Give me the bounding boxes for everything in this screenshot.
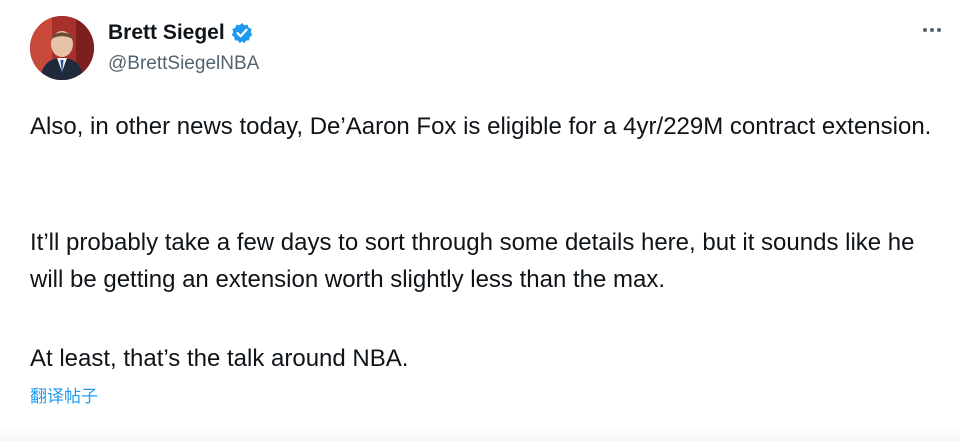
author-handle[interactable]: @BrettSiegelNBA (108, 52, 259, 76)
verified-badge-icon (231, 22, 253, 44)
more-horizontal-icon (930, 28, 934, 32)
tweet-paragraph: Also, in other news today, De’Aaron Fox … (30, 113, 932, 140)
author-display-name[interactable]: Brett Siegel (108, 20, 225, 46)
avatar[interactable] (30, 16, 94, 80)
tweet-paragraph: At least, that’s the talk around NBA. (30, 345, 409, 372)
author-name-row: Brett Siegel (108, 20, 253, 46)
tweet-paragraph: It’ll probably take a few days to sort t… (30, 229, 915, 293)
tweet-card: Brett Siegel @BrettSiegelNBA Also, in ot… (0, 0, 960, 441)
more-horizontal-icon (923, 28, 927, 32)
card-bottom-divider (0, 427, 960, 441)
more-options-button[interactable] (918, 18, 946, 42)
more-horizontal-icon (937, 28, 941, 32)
translate-post-link[interactable]: 翻译帖子 (30, 386, 98, 408)
